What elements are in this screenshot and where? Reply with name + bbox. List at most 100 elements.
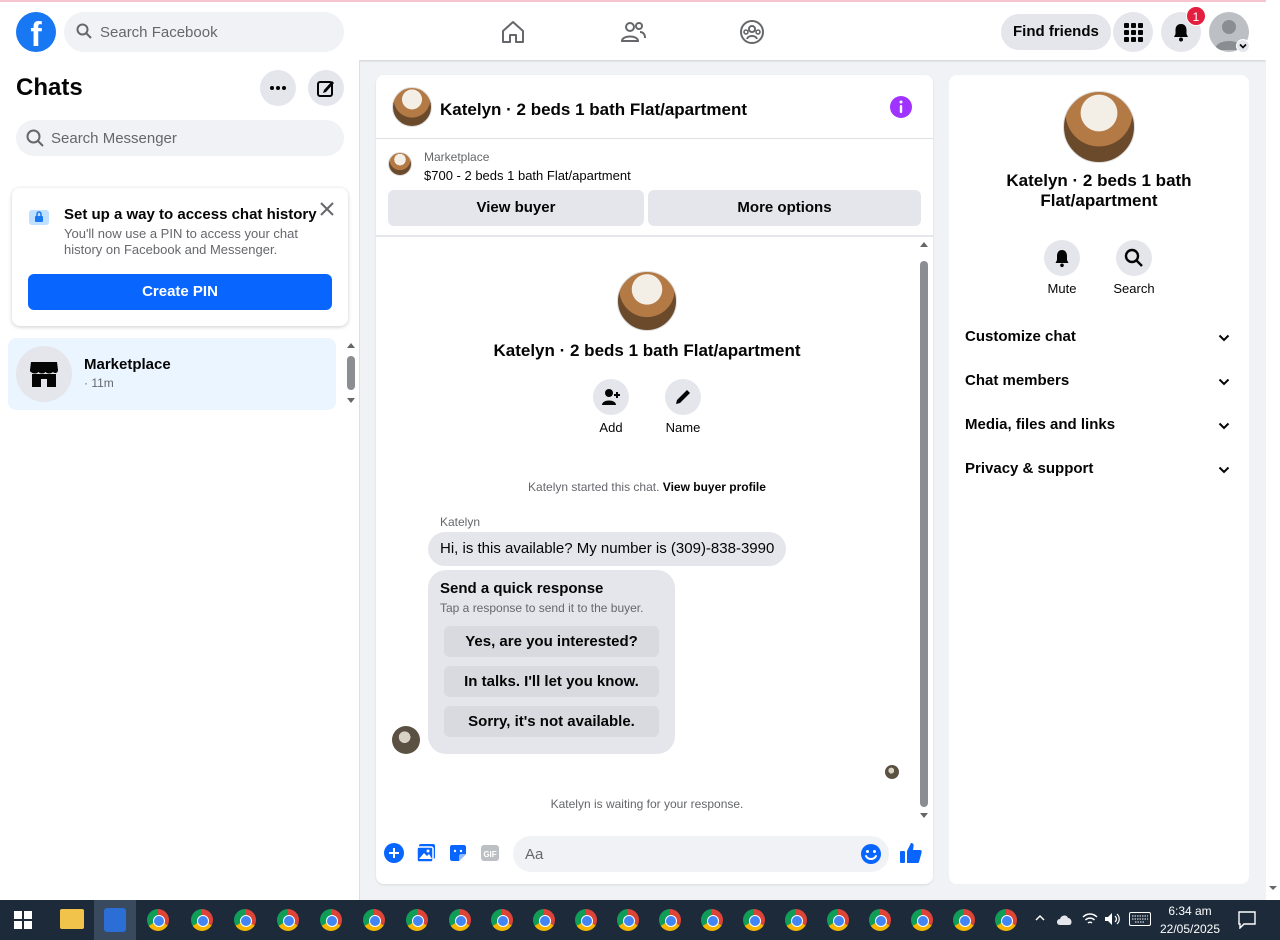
add-people-button[interactable] <box>593 379 629 415</box>
chrome-icon[interactable] <box>406 909 428 931</box>
sender-avatar[interactable] <box>392 726 420 754</box>
quick-response-option[interactable]: In talks. I'll let you know. <box>444 666 659 697</box>
chat-started-text: Katelyn started this chat. <box>528 480 660 494</box>
thumbs-up-icon[interactable] <box>899 841 923 865</box>
chrome-icon[interactable] <box>827 909 849 931</box>
windows-taskbar: 6:34 am 22/05/2025 <box>0 900 1280 940</box>
chevron-down-icon <box>1218 378 1230 386</box>
groups-icon[interactable] <box>738 18 766 46</box>
taskbar-time[interactable]: 6:34 am <box>1150 904 1230 918</box>
quick-response-option[interactable]: Sorry, it's not available. <box>444 706 659 737</box>
view-buyer-button[interactable]: View buyer <box>388 190 644 226</box>
chat-members-section[interactable]: Chat members <box>949 359 1249 403</box>
gif-icon[interactable]: GIF <box>480 843 500 863</box>
edit-name-button[interactable] <box>665 379 701 415</box>
chrome-icon[interactable] <box>533 909 555 931</box>
privacy-support-section[interactable]: Privacy & support <box>949 447 1249 491</box>
photo-icon[interactable] <box>416 843 436 863</box>
sidebar-scrollbar[interactable] <box>344 340 358 406</box>
thread-intro-title: Katelyn · 2 beds 1 bath Flat/apartment <box>493 341 801 360</box>
section-label: Media, files and links <box>965 416 1116 433</box>
facebook-search-input[interactable]: Search Facebook <box>64 12 344 52</box>
wifi-icon[interactable] <box>1082 912 1098 926</box>
chrome-icon[interactable] <box>869 909 891 931</box>
search-in-conversation-button[interactable] <box>1116 240 1152 276</box>
menu-button[interactable] <box>1113 12 1153 52</box>
section-label: Chat members <box>965 372 1070 389</box>
chrome-icon[interactable] <box>911 909 933 931</box>
chrome-icon[interactable] <box>953 909 975 931</box>
messenger-search-input[interactable]: Search Messenger <box>16 120 344 156</box>
thread-scrollbar[interactable] <box>918 239 930 821</box>
info-icon[interactable] <box>890 96 912 118</box>
listing-price-title[interactable]: $700 - 2 beds 1 bath Flat/apartment <box>424 168 631 183</box>
svg-text:GIF: GIF <box>483 850 496 859</box>
chevron-up-icon[interactable] <box>1034 912 1046 924</box>
chrome-icon[interactable] <box>147 909 169 931</box>
find-friends-button[interactable]: Find friends <box>1001 14 1111 50</box>
page-scrollbar[interactable] <box>1266 0 1280 900</box>
quick-response-card: Send a quick response Tap a response to … <box>428 570 675 754</box>
chrome-icon[interactable] <box>575 909 597 931</box>
chrome-icon[interactable] <box>320 909 342 931</box>
sticker-icon[interactable] <box>448 843 468 863</box>
listing-large-thumbnail <box>617 271 677 331</box>
chrome-icon[interactable] <box>995 909 1017 931</box>
friends-icon[interactable] <box>619 18 647 46</box>
customize-chat-section[interactable]: Customize chat <box>949 315 1249 359</box>
chrome-icon[interactable] <box>449 909 471 931</box>
chats-title: Chats <box>16 74 83 101</box>
chrome-icon[interactable] <box>491 909 513 931</box>
message-input[interactable]: Aa <box>513 836 889 872</box>
view-buyer-profile-link[interactable]: View buyer profile <box>663 480 766 494</box>
chat-options-button[interactable] <box>260 70 296 106</box>
chevron-down-icon <box>1218 334 1230 342</box>
media-files-links-section[interactable]: Media, files and links <box>949 403 1249 447</box>
windows-start-icon[interactable] <box>14 911 32 929</box>
incoming-message-bubble[interactable]: Hi, is this available? My number is (309… <box>428 532 787 566</box>
pin-card-title: Set up a way to access chat history <box>64 206 317 223</box>
info-listing-thumbnail[interactable] <box>1063 91 1135 163</box>
cloud-icon[interactable] <box>1055 912 1075 926</box>
chrome-icon[interactable] <box>701 909 723 931</box>
new-message-button[interactable] <box>308 70 344 106</box>
chrome-icon[interactable] <box>277 909 299 931</box>
chrome-icon[interactable] <box>617 909 639 931</box>
keyboard-icon[interactable] <box>1129 912 1151 926</box>
chrome-icon[interactable] <box>191 909 213 931</box>
search-icon <box>1124 248 1143 267</box>
taskbar-date[interactable]: 22/05/2025 <box>1150 922 1230 936</box>
volume-icon[interactable] <box>1104 912 1122 926</box>
chrome-icon[interactable] <box>743 909 765 931</box>
pencil-icon <box>676 390 690 404</box>
section-label: Customize chat <box>965 328 1076 345</box>
chrome-icon[interactable] <box>234 909 256 931</box>
chrome-icon[interactable] <box>785 909 807 931</box>
plus-circle-icon[interactable] <box>384 843 404 863</box>
chrome-icon[interactable] <box>363 909 385 931</box>
bell-icon <box>1174 24 1188 42</box>
mute-button[interactable] <box>1044 240 1080 276</box>
quick-response-option[interactable]: Yes, are you interested? <box>444 626 659 657</box>
close-icon[interactable] <box>318 200 336 218</box>
emoji-icon[interactable] <box>860 843 882 865</box>
marketplace-label: Marketplace <box>424 150 490 164</box>
file-explorer-icon[interactable] <box>60 909 84 929</box>
search-label: Search <box>1113 281 1155 296</box>
listing-thumbnail[interactable] <box>392 87 432 127</box>
pin-card-description: You'll now use a PIN to access your chat… <box>64 226 298 257</box>
chrome-icon[interactable] <box>659 909 681 931</box>
active-taskbar-app[interactable] <box>94 900 136 940</box>
notification-center-icon[interactable] <box>1238 911 1256 929</box>
conversation-panel: Katelyn · 2 beds 1 bath Flat/apartment M… <box>376 75 933 884</box>
info-title: Katelyn · 2 beds 1 bath Flat/apartment <box>1006 171 1192 210</box>
account-menu-chevron[interactable] <box>1236 39 1250 53</box>
facebook-logo[interactable]: f <box>16 12 56 52</box>
create-pin-button[interactable]: Create PIN <box>28 274 332 310</box>
conversation-title[interactable]: Katelyn · 2 beds 1 bath Flat/apartment <box>440 100 747 120</box>
home-icon[interactable] <box>499 18 527 46</box>
compose-icon <box>317 81 334 97</box>
more-options-icon <box>270 86 286 90</box>
conversation-item-marketplace[interactable]: Marketplace · 11m <box>8 338 336 410</box>
more-options-button[interactable]: More options <box>648 190 921 226</box>
